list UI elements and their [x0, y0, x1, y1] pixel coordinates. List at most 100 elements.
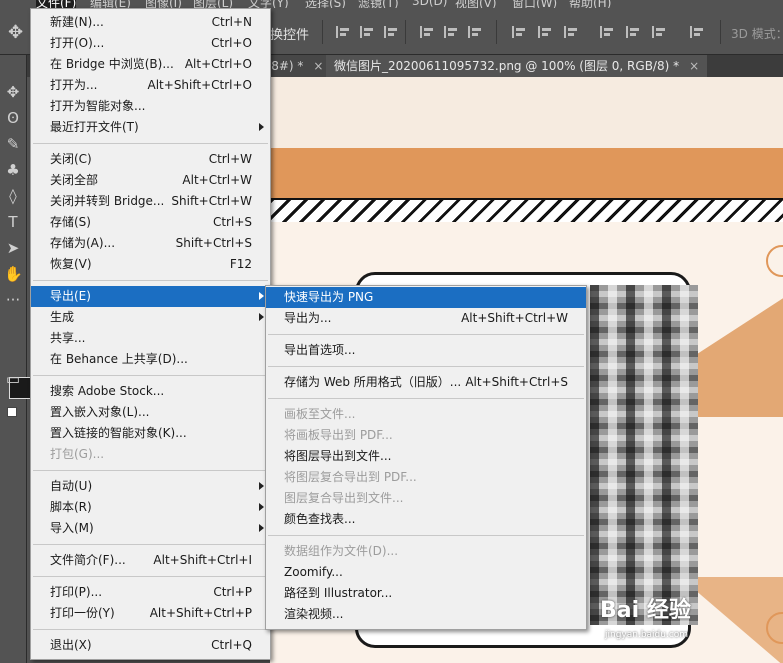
- menu-separator: [33, 470, 268, 471]
- document-tab-active[interactable]: 微信图片_20200611095732.png @ 100% (图层 0, RG…: [326, 55, 708, 77]
- file-menu-item[interactable]: 打印(P)... Ctrl+P: [31, 582, 270, 603]
- close-icon[interactable]: ×: [313, 59, 323, 73]
- menu-separator: [268, 398, 584, 399]
- show-transform-controls-label[interactable]: 换控件: [270, 24, 309, 43]
- align-top-icon[interactable]: [420, 26, 436, 38]
- file-menu-item[interactable]: 共享...: [31, 328, 270, 349]
- eyedropper-icon[interactable]: ✎: [4, 135, 22, 153]
- move-icon[interactable]: ✥: [4, 83, 22, 101]
- type-icon[interactable]: T: [4, 213, 22, 231]
- eraser-icon[interactable]: ◊: [4, 187, 22, 205]
- export-submenu-item[interactable]: 导出为... Alt+Shift+Ctrl+W: [266, 308, 586, 329]
- export-submenu-item[interactable]: Zoomify...: [266, 562, 586, 583]
- export-submenu-item[interactable]: 快速导出为 PNG: [266, 287, 586, 308]
- quick-mask-icon[interactable]: ▭: [4, 370, 22, 388]
- menubar-item[interactable]: 帮助(H): [569, 0, 611, 8]
- export-submenu-item[interactable]: 颜色查找表...: [266, 509, 586, 530]
- align-middle-icon[interactable]: [444, 26, 460, 38]
- move-tool-icon[interactable]: ✥: [8, 22, 23, 43]
- export-submenu-item[interactable]: 路径到 Illustrator...: [266, 583, 586, 604]
- menu-item-label: 关闭全部: [50, 173, 99, 187]
- menu-separator: [33, 629, 268, 630]
- file-menu-item[interactable]: 生成: [31, 307, 270, 328]
- export-submenu-item[interactable]: 存储为 Web 所用格式（旧版）... Alt+Shift+Ctrl+S: [266, 372, 586, 393]
- file-menu-item[interactable]: 新建(N)... Ctrl+N: [31, 12, 270, 33]
- menu-item-label: 置入嵌入对象(L)...: [50, 405, 150, 419]
- menubar-item[interactable]: 文字(Y): [248, 0, 289, 8]
- distribute-center-icon[interactable]: [626, 26, 642, 38]
- file-menu-item[interactable]: 在 Behance 上共享(D)...: [31, 349, 270, 370]
- export-submenu-item[interactable]: 将图层导出到文件...: [266, 446, 586, 467]
- menu-separator: [268, 334, 584, 335]
- menubar-item[interactable]: 编辑(E): [90, 0, 131, 8]
- distribute-bottom-icon[interactable]: [564, 26, 580, 38]
- file-menu-item[interactable]: 脚本(R): [31, 497, 270, 518]
- menu-item-shortcut: Ctrl+Q: [211, 638, 252, 652]
- file-menu-item[interactable]: 退出(X) Ctrl+Q: [31, 635, 270, 656]
- menu-item-label: 导入(M): [50, 521, 94, 535]
- default-colors-icon[interactable]: [7, 407, 17, 417]
- distribute-left-icon[interactable]: [600, 26, 616, 38]
- canvas-hatch-stripe: [270, 198, 783, 224]
- distribute-top-icon[interactable]: [512, 26, 528, 38]
- menubar-item[interactable]: 视图(V): [455, 0, 497, 8]
- menu-item-shortcut: Ctrl+W: [208, 152, 252, 166]
- file-menu-item[interactable]: 导入(M): [31, 518, 270, 539]
- hand-icon[interactable]: ✋: [4, 265, 23, 283]
- export-submenu-item: 画板至文件...: [266, 404, 586, 425]
- file-menu-item[interactable]: 文件简介(F)... Alt+Shift+Ctrl+I: [31, 550, 270, 571]
- align-left-icon[interactable]: [336, 26, 352, 38]
- menu-item-shortcut: Shift+Ctrl+S: [175, 236, 252, 250]
- menubar-item[interactable]: 选择(S): [305, 0, 346, 8]
- menu-separator: [268, 366, 584, 367]
- path-selection-icon[interactable]: ➤: [4, 239, 22, 257]
- export-submenu-item: 图层复合导出到文件...: [266, 488, 586, 509]
- file-menu-item[interactable]: 恢复(V) F12: [31, 254, 270, 275]
- file-menu-item[interactable]: 关闭(C) Ctrl+W: [31, 149, 270, 170]
- export-submenu-item[interactable]: 渲染视频...: [266, 604, 586, 625]
- menubar-item[interactable]: 窗口(W): [512, 0, 557, 8]
- menu-item-shortcut: Ctrl+P: [213, 585, 252, 599]
- menu-item-label: 将图层复合导出到 PDF...: [284, 470, 417, 484]
- file-menu-item[interactable]: 自动(U): [31, 476, 270, 497]
- file-menu-item[interactable]: 存储(S) Ctrl+S: [31, 212, 270, 233]
- align-center-icon[interactable]: [360, 26, 376, 38]
- submenu-arrow-icon: [259, 503, 264, 511]
- file-menu-item[interactable]: 打开为智能对象...: [31, 96, 270, 117]
- file-menu-item[interactable]: 存储为(A)... Shift+Ctrl+S: [31, 233, 270, 254]
- menubar-item[interactable]: 3D(D): [412, 0, 447, 8]
- file-menu-item[interactable]: 最近打开文件(T): [31, 117, 270, 138]
- more-tools-icon[interactable]: ···: [4, 291, 22, 309]
- menubar-item[interactable]: 文件(F): [36, 0, 77, 8]
- file-menu-item[interactable]: 打印一份(Y) Alt+Shift+Ctrl+P: [31, 603, 270, 624]
- align-right-icon[interactable]: [384, 26, 400, 38]
- align-bottom-icon[interactable]: [468, 26, 484, 38]
- file-menu-item[interactable]: 打开为... Alt+Shift+Ctrl+O: [31, 75, 270, 96]
- tools-panel: ✥ ʘ ✎ ♣ ◊ T ➤ ✋ ··· ▭: [0, 55, 31, 663]
- menu-item-label: 最近打开文件(T): [50, 120, 139, 134]
- file-menu-item[interactable]: 置入嵌入对象(L)...: [31, 402, 270, 423]
- menu-item-label: 数据组作为文件(D)...: [284, 544, 399, 558]
- lasso-icon[interactable]: ʘ: [4, 109, 22, 127]
- menu-item-label: 新建(N)...: [50, 15, 104, 29]
- menubar-item[interactable]: 图层(L): [193, 0, 233, 8]
- distribute-right-icon[interactable]: [652, 26, 668, 38]
- file-menu-item[interactable]: 打开(O)... Ctrl+O: [31, 33, 270, 54]
- menubar-item[interactable]: 图像(I): [145, 0, 182, 8]
- close-icon[interactable]: ×: [689, 59, 699, 73]
- menubar-item[interactable]: 滤镜(T): [358, 0, 399, 8]
- file-menu-item[interactable]: 置入链接的智能对象(K)...: [31, 423, 270, 444]
- file-menu-item[interactable]: 搜索 Adobe Stock...: [31, 381, 270, 402]
- file-menu-item[interactable]: 导出(E): [31, 286, 270, 307]
- distribute-middle-icon[interactable]: [538, 26, 554, 38]
- menu-item-label: 在 Bridge 中浏览(B)...: [50, 57, 174, 71]
- menu-item-shortcut: Ctrl+S: [212, 215, 252, 229]
- auto-align-icon[interactable]: [690, 26, 706, 38]
- export-submenu-item[interactable]: 导出首选项...: [266, 340, 586, 361]
- file-menu-item[interactable]: 在 Bridge 中浏览(B)... Alt+Ctrl+O: [31, 54, 270, 75]
- canvas-orange-band: [270, 148, 783, 198]
- menu-item-label: 在 Behance 上共享(D)...: [50, 352, 188, 366]
- stamp-icon[interactable]: ♣: [4, 161, 22, 179]
- file-menu-item[interactable]: 关闭全部 Alt+Ctrl+W: [31, 170, 270, 191]
- file-menu-item[interactable]: 关闭并转到 Bridge... Shift+Ctrl+W: [31, 191, 270, 212]
